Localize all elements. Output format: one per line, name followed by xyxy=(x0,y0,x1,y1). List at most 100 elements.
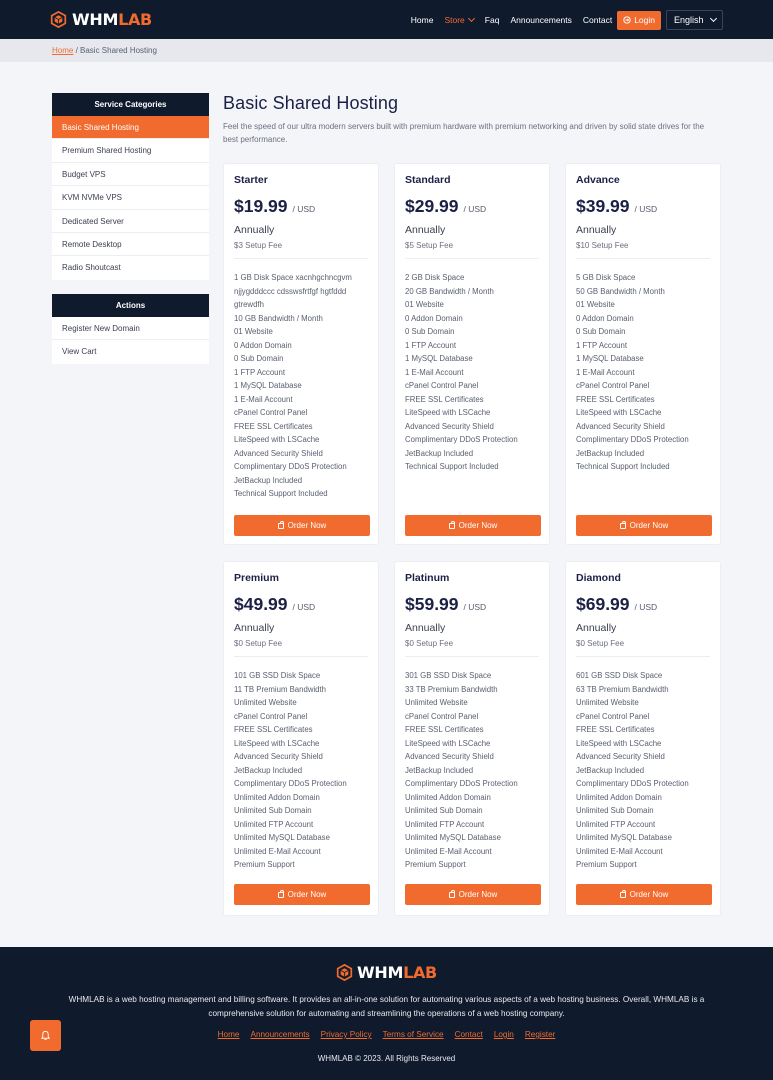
price-currency: / USD xyxy=(292,204,316,214)
feature-item: Complimentary DDoS Protection xyxy=(405,779,518,788)
setup-fee: $0 Setup Fee xyxy=(234,639,283,648)
sidebar-item-premium-shared-hosting[interactable]: Premium Shared Hosting xyxy=(52,139,209,163)
footer-copyright: WHMLAB © 2023. All Rights Reserved xyxy=(317,1054,456,1063)
order-now-button[interactable]: Order Now xyxy=(234,515,370,536)
nav-faq[interactable]: Faq xyxy=(485,15,500,25)
feature-item: 1 MySQL Database xyxy=(576,354,644,363)
actions-title: Actions xyxy=(52,293,209,317)
sidebar: Service Categories Basic Shared Hosting … xyxy=(52,93,209,378)
feature-item: Unlimited E-Mail Account xyxy=(234,846,321,856)
billing-cycle: Annually xyxy=(234,224,275,236)
sidebar-item-budget-vps[interactable]: Budget VPS xyxy=(52,163,209,187)
feature-item: FREE SSL Certificates xyxy=(405,394,484,404)
feature-item: 0 Sub Domain xyxy=(234,354,284,363)
sidebar-item-view-cart[interactable]: View Cart xyxy=(52,340,209,363)
shopping-bag-icon xyxy=(448,520,455,529)
product-card: Premium $49.99 / USD Annually $0 Setup Fee 10… xyxy=(223,561,379,916)
feature-item: 10 GB Bandwidth / Month xyxy=(234,313,323,323)
sidebar-item-basic-shared-hosting[interactable]: Basic Shared Hosting xyxy=(52,116,209,140)
breadcrumb-current: Basic Shared Hosting xyxy=(80,46,157,55)
feature-item: Unlimited FTP Account xyxy=(405,819,485,829)
product-price: $29.99 / USD xyxy=(405,196,486,217)
feature-item: Premium Support xyxy=(576,860,637,869)
feature-item: JetBackup Included xyxy=(576,448,645,458)
feature-item: cPanel Control Panel xyxy=(405,711,479,721)
footer-link-privacy-policy[interactable]: Privacy Policy xyxy=(321,1030,372,1039)
cube-logo-icon xyxy=(50,11,67,28)
product-name: Advance xyxy=(576,174,620,186)
order-now-button[interactable]: Order Now xyxy=(405,884,541,905)
footer-link-register[interactable]: Register xyxy=(525,1030,556,1039)
card-divider xyxy=(234,258,368,259)
feature-item: Unlimited Website xyxy=(405,698,468,707)
footer-link-home[interactable]: Home xyxy=(218,1030,240,1039)
nav-home[interactable]: Home xyxy=(411,15,434,25)
feature-item: Unlimited FTP Account xyxy=(234,819,314,829)
notification-button[interactable] xyxy=(30,1020,61,1051)
breadcrumb-home[interactable]: Home xyxy=(52,46,73,55)
feature-item: Unlimited Website xyxy=(576,698,639,707)
footer-link-terms-of-service[interactable]: Terms of Service xyxy=(383,1030,444,1039)
feature-item: 11 TB Premium Bandwidth xyxy=(234,684,327,694)
feature-item: Unlimited Website xyxy=(234,698,297,707)
feature-item: Unlimited Sub Domain xyxy=(405,806,483,815)
sidebar-item-register-new-domain[interactable]: Register New Domain xyxy=(52,317,209,341)
cube-logo-icon xyxy=(336,964,353,981)
main-content: Basic Shared Hosting Feel the speed of o… xyxy=(223,93,721,146)
sidebar-item-radio-shoutcast[interactable]: Radio Shoutcast xyxy=(52,256,209,279)
feature-item: Unlimited Sub Domain xyxy=(576,806,654,815)
card-divider xyxy=(405,656,539,657)
footer-link-announcements[interactable]: Announcements xyxy=(250,1030,309,1039)
chevron-down-icon xyxy=(467,14,475,23)
billing-cycle: Annually xyxy=(405,622,446,634)
order-now-label: Order Now xyxy=(287,521,327,530)
order-now-button[interactable]: Order Now xyxy=(234,884,370,905)
language-select[interactable]: English xyxy=(666,10,723,30)
feature-item: LiteSpeed with LSCache xyxy=(405,738,491,748)
feature-list: 301 GB SSD Disk Space 33 TB Premium Bandw… xyxy=(405,669,541,872)
price-amount: $29.99 xyxy=(405,196,459,216)
feature-item: 101 GB SSD Disk Space xyxy=(234,671,321,680)
login-button[interactable]: Login xyxy=(617,10,661,30)
feature-item: Premium Support xyxy=(234,860,295,869)
nav-store[interactable]: Store xyxy=(444,14,475,25)
setup-fee: $5 Setup Fee xyxy=(405,241,454,250)
feature-item: Advanced Security Shield xyxy=(405,752,494,761)
feature-item: JetBackup Included xyxy=(234,765,303,775)
feature-item: Unlimited MySQL Database xyxy=(576,833,672,842)
order-now-button[interactable]: Order Now xyxy=(576,884,712,905)
feature-item: 1 E-Mail Account xyxy=(234,394,293,404)
footer-links: Home Announcements Privacy Policy Terms … xyxy=(0,1030,773,1039)
feature-item: Complimentary DDoS Protection xyxy=(576,435,689,444)
billing-cycle: Annually xyxy=(576,622,617,634)
price-amount: $39.99 xyxy=(576,196,630,216)
product-name: Diamond xyxy=(576,572,621,584)
feature-item: Premium Support xyxy=(405,860,466,869)
page-title: Basic Shared Hosting xyxy=(223,93,399,113)
order-now-button[interactable]: Order Now xyxy=(405,515,541,536)
feature-item: Advanced Security Shield xyxy=(576,752,665,761)
order-now-button[interactable]: Order Now xyxy=(576,515,712,536)
feature-item: FREE SSL Certificates xyxy=(234,421,313,431)
sidebar-item-remote-desktop[interactable]: Remote Desktop xyxy=(52,233,209,257)
sidebar-item-dedicated-server[interactable]: Dedicated Server xyxy=(52,210,209,233)
product-card: Standard $29.99 / USD Annually $5 Setup Fee 2… xyxy=(394,163,550,545)
card-divider xyxy=(576,258,710,259)
order-now-label: Order Now xyxy=(458,890,498,899)
feature-item: JetBackup Included xyxy=(576,765,645,775)
nav-announcements[interactable]: Announcements xyxy=(510,15,571,25)
sidebar-item-kvm-nvme-vps[interactable]: KVM NVMe VPS xyxy=(52,186,209,210)
brand-logo[interactable]: WHMLAB xyxy=(50,10,152,29)
feature-item: 1 GB Disk Space xacnhgchncgvm xyxy=(234,273,352,282)
order-now-label: Order Now xyxy=(629,890,669,899)
feature-item: 63 TB Premium Bandwidth xyxy=(576,684,669,694)
footer-link-login[interactable]: Login xyxy=(494,1030,514,1039)
feature-item: Advanced Security Shield xyxy=(405,421,494,431)
feature-item: Unlimited Addon Domain xyxy=(234,792,320,802)
nav-contact[interactable]: Contact xyxy=(583,15,612,25)
feature-item: LiteSpeed with LSCache xyxy=(576,738,662,748)
footer-logo[interactable]: WHMLAB xyxy=(336,963,437,982)
feature-item: 01 Website xyxy=(234,327,273,336)
footer-link-contact[interactable]: Contact xyxy=(455,1030,483,1039)
billing-cycle: Annually xyxy=(576,224,617,236)
